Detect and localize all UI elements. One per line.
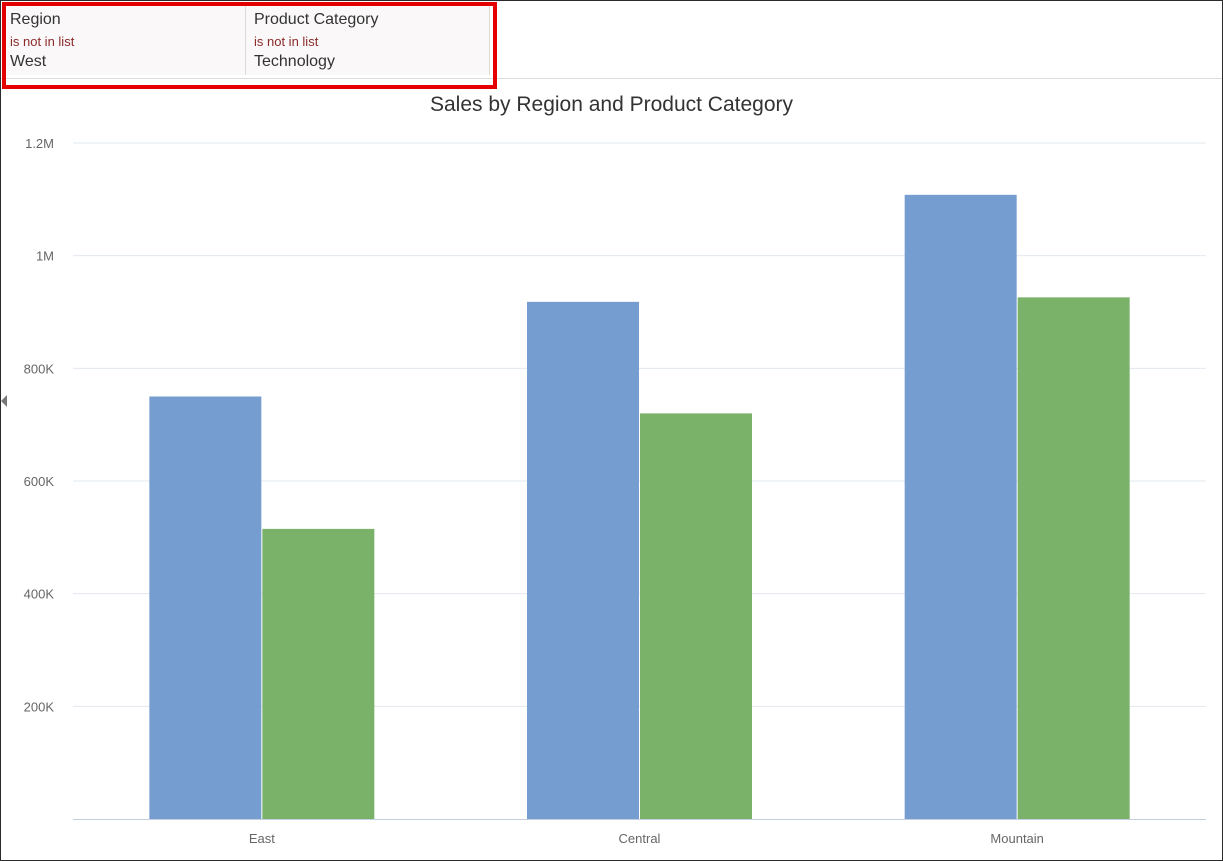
y-tick-label: 1.2M [25, 136, 54, 151]
y-tick-label: 1M [36, 249, 54, 264]
visualization-canvas: Region is not in list West Product Categ… [0, 0, 1223, 861]
bar [262, 528, 375, 819]
y-tick-label: 200K [24, 699, 55, 714]
y-tick-label: 800K [24, 361, 55, 376]
x-tick-label: Mountain [990, 831, 1043, 846]
y-tick-label: 600K [24, 474, 55, 489]
x-tick-label: East [249, 831, 275, 846]
bar [904, 194, 1017, 819]
y-tick-label: 400K [24, 587, 55, 602]
bar [149, 396, 262, 819]
bar [527, 301, 639, 819]
bar [1017, 297, 1130, 819]
bar [640, 413, 752, 819]
x-tick-label: Central [619, 831, 661, 846]
bar-chart: 200K 400K 600K 800K 1M 1.2M East Central Mountai… [24, 136, 1206, 846]
